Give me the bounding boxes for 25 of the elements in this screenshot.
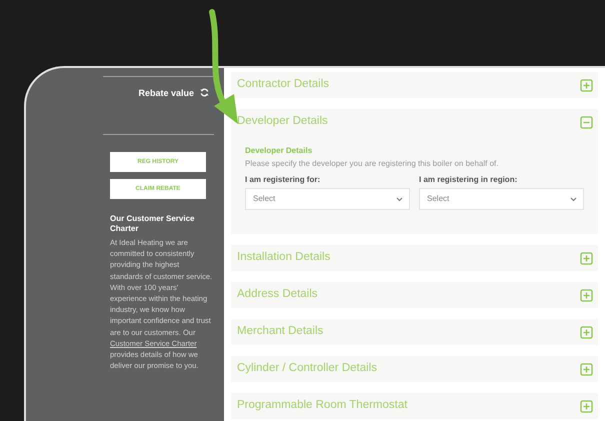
accordion-title[interactable]: Programmable Room Thermostat: [237, 397, 408, 415]
field-label: I am registering for:: [245, 174, 322, 186]
section-description: Please specify the developer you are registering this boiler on behalf of.: [245, 158, 500, 170]
section-subtitle: Developer Details: [245, 145, 314, 157]
expand-icon[interactable]: [580, 252, 593, 264]
accordion-title[interactable]: Contractor Details: [237, 76, 330, 94]
refresh-icon[interactable]: [200, 88, 209, 97]
expand-icon[interactable]: [580, 288, 593, 302]
accordion-title[interactable]: Cylinder / Controller Details: [237, 360, 377, 378]
accordion-title[interactable]: Developer Details: [237, 113, 328, 131]
select-field[interactable]: Select: [419, 188, 584, 210]
expand-icon[interactable]: [580, 326, 593, 338]
field-label: I am registering in region:: [419, 174, 518, 186]
select-field[interactable]: Select: [245, 188, 410, 210]
accordion-title[interactable]: Merchant Details: [237, 323, 324, 341]
expand-icon[interactable]: [580, 400, 593, 412]
accordion-title[interactable]: Installation Details: [237, 249, 330, 267]
chevron-down-icon: [396, 196, 403, 202]
expand-icon[interactable]: [580, 362, 593, 376]
chevron-down-icon: [570, 196, 577, 202]
rebate-value-label: Rebate value: [138, 87, 194, 100]
collapse-icon[interactable]: [580, 116, 593, 128]
expand-icon[interactable]: [580, 78, 593, 92]
accordion-title[interactable]: Address Details: [237, 286, 318, 304]
charter-title: Our Customer Service Charter: [110, 214, 196, 234]
